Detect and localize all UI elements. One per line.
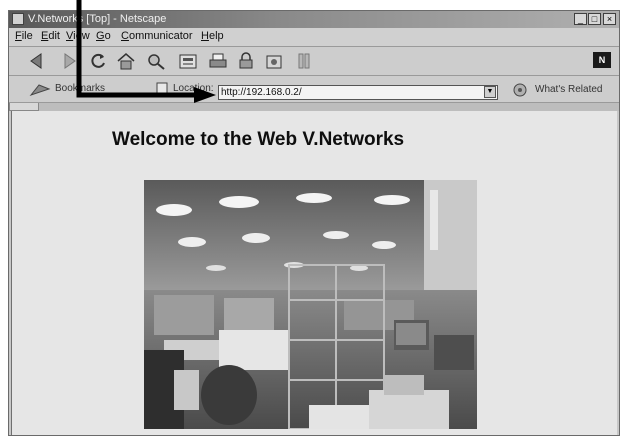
menu-view[interactable]: View: [66, 30, 90, 42]
menu-bar: File Edit View Go Communicator Help: [9, 28, 619, 47]
url-input[interactable]: http://192.168.0.2/: [218, 85, 498, 100]
menu-help[interactable]: Help: [201, 30, 224, 42]
bookmark-icon: [29, 84, 51, 97]
print-icon: [209, 53, 227, 68]
window-title: V.Networks [Top] - Netscape: [28, 13, 167, 25]
page-content: Welcome to the Web V.Networks: [11, 111, 617, 435]
back-button[interactable]: [27, 51, 49, 71]
close-button[interactable]: ×: [603, 13, 616, 25]
office-photo: [144, 180, 477, 429]
collapse-toolbar-tab[interactable]: [9, 103, 39, 111]
security-icon: [239, 52, 253, 69]
netscape-logo: N: [593, 52, 611, 68]
forward-icon: [64, 53, 76, 69]
shop-button[interactable]: [263, 51, 285, 71]
whats-related-icon: [513, 83, 527, 97]
toolbar-tab-strip: [9, 103, 619, 111]
whats-related-button[interactable]: What's Related: [535, 84, 603, 95]
browser-window: V.Networks [Top] - Netscape _ □ × File E…: [8, 10, 620, 436]
location-label: Location:: [173, 83, 214, 94]
reload-button[interactable]: [87, 51, 109, 71]
my-netscape-icon: [179, 54, 197, 69]
security-button[interactable]: [235, 51, 257, 71]
navigation-toolbar: N: [9, 47, 619, 76]
my-netscape-button[interactable]: [177, 51, 199, 71]
page-proxy-icon: [156, 82, 168, 96]
menu-edit[interactable]: Edit: [41, 30, 60, 42]
menu-go[interactable]: Go: [96, 30, 111, 42]
menu-communicator[interactable]: Communicator: [121, 30, 193, 42]
page-heading: Welcome to the Web V.Networks: [112, 129, 405, 150]
home-button[interactable]: [115, 51, 137, 71]
stop-button[interactable]: [293, 51, 315, 71]
app-icon: [12, 13, 24, 25]
location-toolbar: Bookmarks Location: http://192.168.0.2/ …: [9, 76, 619, 103]
title-bar: V.Networks [Top] - Netscape _ □ ×: [9, 11, 619, 28]
print-button[interactable]: [207, 51, 229, 71]
maximize-button[interactable]: □: [588, 13, 601, 25]
search-button[interactable]: [145, 51, 167, 71]
back-icon: [30, 53, 42, 69]
minimize-button[interactable]: _: [574, 13, 587, 25]
menu-file[interactable]: File: [15, 30, 33, 42]
bookmarks-button[interactable]: Bookmarks: [55, 83, 105, 94]
home-icon: [117, 53, 135, 70]
search-icon: [148, 54, 165, 70]
reload-icon: [91, 53, 105, 68]
shop-icon: [266, 55, 282, 69]
url-dropdown-button[interactable]: ▼: [484, 86, 496, 98]
forward-button[interactable]: [57, 51, 79, 71]
stop-icon: [298, 53, 310, 69]
